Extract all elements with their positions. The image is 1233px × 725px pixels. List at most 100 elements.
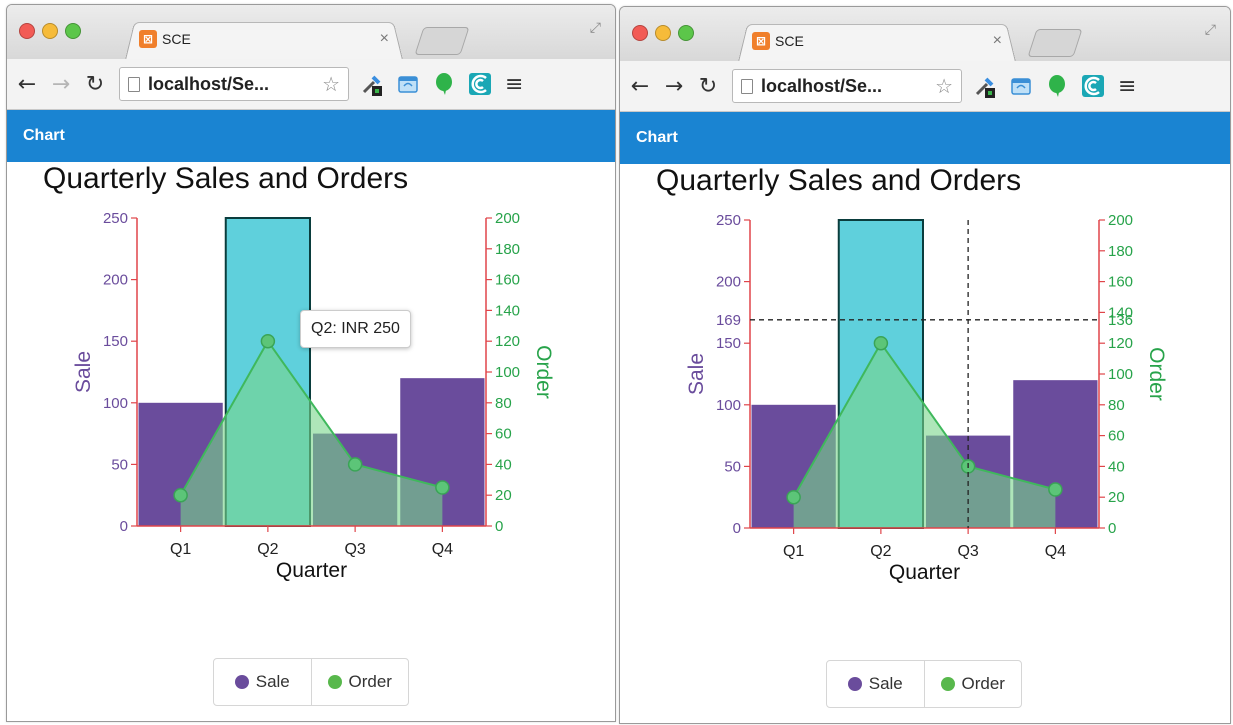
bookmark-star-icon[interactable]: ☆ <box>935 74 953 99</box>
right-tick-label: 200 <box>495 210 520 227</box>
minimize-window-button[interactable] <box>655 25 671 41</box>
zoom-window-button[interactable] <box>65 23 81 39</box>
browser-window-left: ⊠ SCE × ⤢ ← → ↻ localhost/Se... ☆ ≡ Char… <box>6 4 616 722</box>
x-tick-label: Q3 <box>344 541 365 558</box>
left-tick-label: 50 <box>724 458 741 475</box>
left-tick-label: 0 <box>120 518 128 535</box>
legend-label-order: Order <box>961 674 1005 693</box>
right-tick-label: 0 <box>495 518 503 535</box>
x-tick-label: Q2 <box>870 543 891 560</box>
x-tick-label: Q1 <box>783 543 804 560</box>
reload-icon[interactable]: ↻ <box>694 74 722 99</box>
tab-close-icon[interactable]: × <box>380 30 389 48</box>
calendar-extension-icon[interactable] <box>1008 73 1034 99</box>
right-tick-label: 60 <box>495 426 512 443</box>
order-point-q2 <box>260 333 276 349</box>
chart-legend: Sale Order <box>826 660 1022 708</box>
screenshot-stage: ⊠ SCE × ⤢ ← → ↻ localhost/Se... ☆ ≡ Char… <box>0 0 1233 725</box>
wave-extension-icon[interactable] <box>1080 73 1106 99</box>
app-bar-title[interactable]: Chart <box>636 129 678 147</box>
legend-swatch-order <box>940 677 955 691</box>
right-tick-label: 100 <box>495 364 520 381</box>
right-tick-label: 120 <box>495 333 520 350</box>
wave-extension-icon[interactable] <box>467 71 493 97</box>
legend-swatch-sale <box>847 677 862 691</box>
page-icon <box>741 78 753 94</box>
browser-toolbar: ← → ↻ localhost/Se... ☆ ≡ <box>7 59 615 110</box>
window-controls <box>19 23 81 39</box>
y-axis-title-order: Order <box>1145 347 1168 401</box>
back-arrow-icon[interactable]: ← <box>626 74 654 99</box>
reload-icon[interactable]: ↻ <box>81 72 109 97</box>
title-bar: ⊠ SCE × ⤢ <box>7 5 615 61</box>
app-bar: Chart <box>620 112 1230 164</box>
legend-label-sale: Sale <box>255 672 290 691</box>
tab-title: SCE <box>775 33 804 49</box>
close-window-button[interactable] <box>632 25 648 41</box>
url-text: localhost/Se... <box>761 75 883 96</box>
tab-content[interactable]: ⊠ SCE × <box>752 29 1012 53</box>
right-tick-label: 160 <box>1108 274 1133 291</box>
right-tick-label: 20 <box>1108 489 1125 506</box>
bookmark-star-icon[interactable]: ☆ <box>322 72 340 97</box>
sce-favicon-icon: ⊠ <box>752 32 770 50</box>
legend-item-sale[interactable]: Sale <box>827 661 924 707</box>
eyedropper-extension-icon[interactable] <box>359 71 385 97</box>
new-tab-button[interactable] <box>414 27 470 55</box>
order-point-q2 <box>873 335 889 351</box>
fullscreen-icon[interactable]: ⤢ <box>1205 21 1216 38</box>
right-tick-label: 80 <box>1108 397 1125 414</box>
left-tick-label: 0 <box>733 520 741 537</box>
evernote-extension-icon[interactable] <box>431 71 457 97</box>
y-axis-title-sale: Sale <box>72 351 95 393</box>
x-tick-label: Q4 <box>432 541 453 558</box>
tab-close-icon[interactable]: × <box>993 32 1002 50</box>
legend-swatch-sale <box>234 675 249 689</box>
chart-svg: Quarterly Sales and Orders05010015020025… <box>656 164 1168 584</box>
tab-content[interactable]: ⊠ SCE × <box>139 27 399 51</box>
legend-item-sale[interactable]: Sale <box>214 659 311 705</box>
right-tick-label: 100 <box>1108 366 1133 383</box>
chart-svg: Quarterly Sales and Orders05010015020025… <box>43 162 555 582</box>
browser-toolbar: ← → ↻ localhost/Se... ☆ ≡ <box>620 61 1230 112</box>
right-tick-label: 180 <box>1108 243 1133 260</box>
minimize-window-button[interactable] <box>42 23 58 39</box>
app-bar-title[interactable]: Chart <box>23 127 65 145</box>
close-window-button[interactable] <box>19 23 35 39</box>
x-tick-label: Q2 <box>257 541 278 558</box>
evernote-extension-icon[interactable] <box>1044 73 1070 99</box>
address-bar[interactable]: localhost/Se... ☆ <box>732 69 962 103</box>
forward-arrow-icon[interactable]: → <box>660 74 688 99</box>
order-point-q4 <box>435 480 450 495</box>
chart-content: Quarterly Sales and Orders 0 50 100 150 200 25… <box>7 162 615 718</box>
calendar-extension-icon[interactable] <box>395 71 421 97</box>
order-point-q1 <box>173 487 188 503</box>
menu-hamburger-icon[interactable]: ≡ <box>1118 74 1136 99</box>
x-tick-label: Q4 <box>1045 543 1066 560</box>
crosshair-right-label: 136 <box>1108 312 1133 329</box>
sce-favicon-icon: ⊠ <box>139 30 157 48</box>
left-tick-label: 200 <box>103 272 128 289</box>
x-tick-label: Q1 <box>170 541 191 558</box>
eyedropper-extension-icon[interactable] <box>972 73 998 99</box>
fullscreen-icon[interactable]: ⤢ <box>590 19 601 36</box>
menu-hamburger-icon[interactable]: ≡ <box>505 72 523 97</box>
left-tick-label: 100 <box>103 395 128 412</box>
zoom-window-button[interactable] <box>678 25 694 41</box>
right-tick-label: 140 <box>495 302 520 319</box>
back-arrow-icon[interactable]: ← <box>13 72 41 97</box>
left-tick-label: 200 <box>716 274 741 291</box>
new-tab-button[interactable] <box>1027 29 1083 57</box>
x-axis-title: Quarter <box>889 561 960 584</box>
window-controls <box>632 25 694 41</box>
legend-item-order[interactable]: Order <box>923 661 1022 707</box>
right-tick-label: 40 <box>495 456 512 473</box>
forward-arrow-icon[interactable]: → <box>47 72 75 97</box>
address-bar[interactable]: localhost/Se... ☆ <box>119 67 349 101</box>
legend-swatch-order <box>327 675 342 689</box>
x-axis-title: Quarter <box>276 559 347 582</box>
crosshair-left-label: 169 <box>716 312 741 329</box>
legend-item-order[interactable]: Order <box>310 659 409 705</box>
y-axis-title-order: Order <box>532 345 555 399</box>
chart-content: Quarterly Sales and Orders 0 50 100 150 200 25… <box>620 164 1230 720</box>
